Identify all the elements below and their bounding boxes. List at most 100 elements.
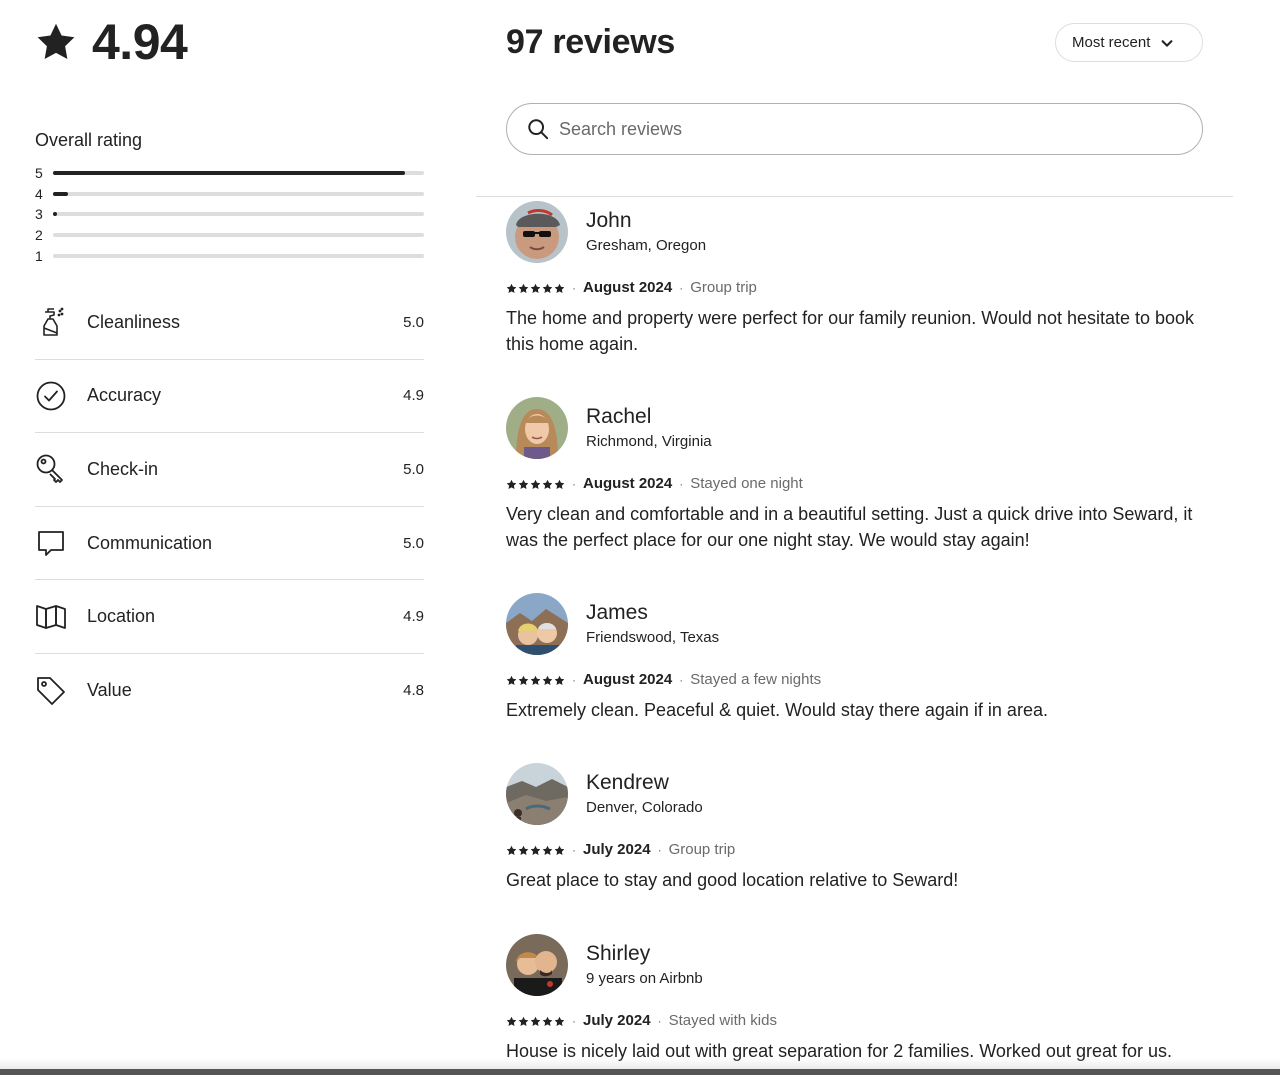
trip-type: Stayed a few nights [690, 671, 822, 688]
avatar[interactable] [506, 201, 568, 263]
star-icon [506, 845, 517, 855]
separator-dot: · [572, 477, 576, 491]
histogram-row: 2 [35, 225, 424, 246]
separator-dot: · [679, 673, 684, 687]
histogram-track [53, 191, 424, 196]
overall-rating-value: 4.94 [92, 14, 188, 70]
chat-bubble-icon [35, 527, 67, 559]
rating-histogram: 5 4 3 2 1 [35, 163, 424, 266]
review-stars [506, 675, 565, 686]
star-icon [542, 845, 553, 855]
search-input[interactable] [559, 118, 1159, 140]
search-reviews-box[interactable] [506, 103, 1203, 155]
sort-label: Most recent [1072, 34, 1151, 51]
star-icon [506, 1016, 517, 1026]
avatar[interactable] [506, 763, 568, 825]
category-label: Accuracy [87, 385, 162, 406]
separator-dot: · [679, 477, 684, 491]
histogram-row: 1 [35, 245, 424, 266]
search-icon [528, 119, 549, 140]
check-circle-icon [35, 380, 67, 412]
trip-type: Stayed one night [690, 475, 803, 492]
category-label: Cleanliness [87, 311, 181, 332]
star-icon [37, 23, 75, 59]
category-communication: Communication 5.0 [35, 507, 424, 581]
star-icon [530, 1016, 541, 1026]
category-value: 4.8 [403, 682, 424, 700]
reviewer-location: Friendswood, Texas [586, 629, 720, 646]
star-icon [530, 845, 541, 855]
category-check-in: Check-in 5.0 [35, 433, 424, 507]
star-icon [530, 479, 541, 489]
spray-bottle-icon [35, 306, 67, 338]
histogram-fill [53, 171, 406, 176]
reviews-count-title: 97 reviews [506, 23, 676, 61]
sort-dropdown-button[interactable]: Most recent [1055, 23, 1203, 62]
review-date: August 2024 [583, 279, 673, 296]
review-date: July 2024 [583, 1012, 651, 1029]
review-meta: · August 2024 · Group trip [506, 279, 757, 297]
category-value: 5.0 [403, 313, 424, 331]
histogram-row: 3 [35, 204, 424, 225]
reviewer-name: Rachel [586, 405, 652, 428]
trip-type: Group trip [668, 841, 736, 858]
review-meta: · August 2024 · Stayed one night [506, 475, 803, 493]
star-icon [518, 675, 529, 685]
histogram-track [53, 233, 424, 238]
review-meta: · July 2024 · Stayed with kids [506, 1012, 777, 1030]
histogram-label: 4 [35, 185, 43, 202]
histogram-row: 5 [35, 163, 424, 184]
review-stars [506, 1016, 565, 1027]
avatar[interactable] [506, 934, 568, 996]
histogram-track [53, 171, 424, 176]
reviewer-location: Denver, Colorado [586, 799, 703, 816]
review-text: Great place to stay and good location re… [506, 870, 959, 890]
histogram-label: 3 [35, 206, 43, 223]
chevron-down-icon [1161, 39, 1173, 47]
star-icon [554, 1016, 565, 1026]
review-date: July 2024 [583, 841, 651, 858]
reviewer-location: Richmond, Virginia [586, 433, 712, 450]
key-icon [35, 453, 67, 485]
separator-dot: · [657, 843, 662, 857]
separator-dot: · [657, 1014, 662, 1028]
category-ratings: Cleanliness 5.0 Accuracy 4.9 Check-in 5.… [35, 286, 424, 728]
reviewer-location: 9 years on Airbnb [586, 970, 703, 987]
section-divider [476, 196, 1233, 197]
avatar[interactable] [506, 593, 568, 655]
star-icon [530, 675, 541, 685]
category-value: 4.9 [403, 387, 424, 405]
price-tag-icon [35, 675, 67, 707]
star-icon [506, 283, 517, 293]
category-label: Check-in [87, 458, 159, 479]
scroll-fade [0, 1058, 1280, 1069]
reviewer-name: James [586, 601, 648, 624]
star-icon [554, 675, 565, 685]
category-value: Value 4.8 [35, 654, 424, 728]
overall-score: 4.94 [35, 14, 188, 70]
window-bottom-edge [0, 1069, 1280, 1075]
review-date: August 2024 [583, 475, 673, 492]
star-icon [542, 283, 553, 293]
histogram-track [53, 212, 424, 217]
star-icon [518, 845, 529, 855]
review-stars [506, 283, 565, 294]
histogram-label: 5 [35, 165, 43, 182]
avatar[interactable] [506, 397, 568, 459]
category-value: 4.9 [403, 608, 424, 626]
review-stars [506, 479, 565, 490]
review-text: Extremely clean. Peaceful & quiet. Would… [506, 700, 1048, 720]
reviewer-name: John [586, 209, 632, 232]
histogram-row: 4 [35, 184, 424, 205]
review-meta: · August 2024 · Stayed a few nights [506, 671, 821, 689]
category-cleanliness: Cleanliness 5.0 [35, 286, 424, 360]
star-icon [542, 1016, 553, 1026]
trip-type: Group trip [690, 279, 757, 296]
trip-type: Stayed with kids [668, 1012, 777, 1029]
category-label: Communication [87, 532, 213, 553]
separator-dot: · [572, 843, 576, 857]
star-icon [506, 479, 517, 489]
review-stars [506, 845, 565, 856]
reviewer-name: Shirley [586, 942, 651, 965]
separator-dot: · [572, 673, 576, 687]
